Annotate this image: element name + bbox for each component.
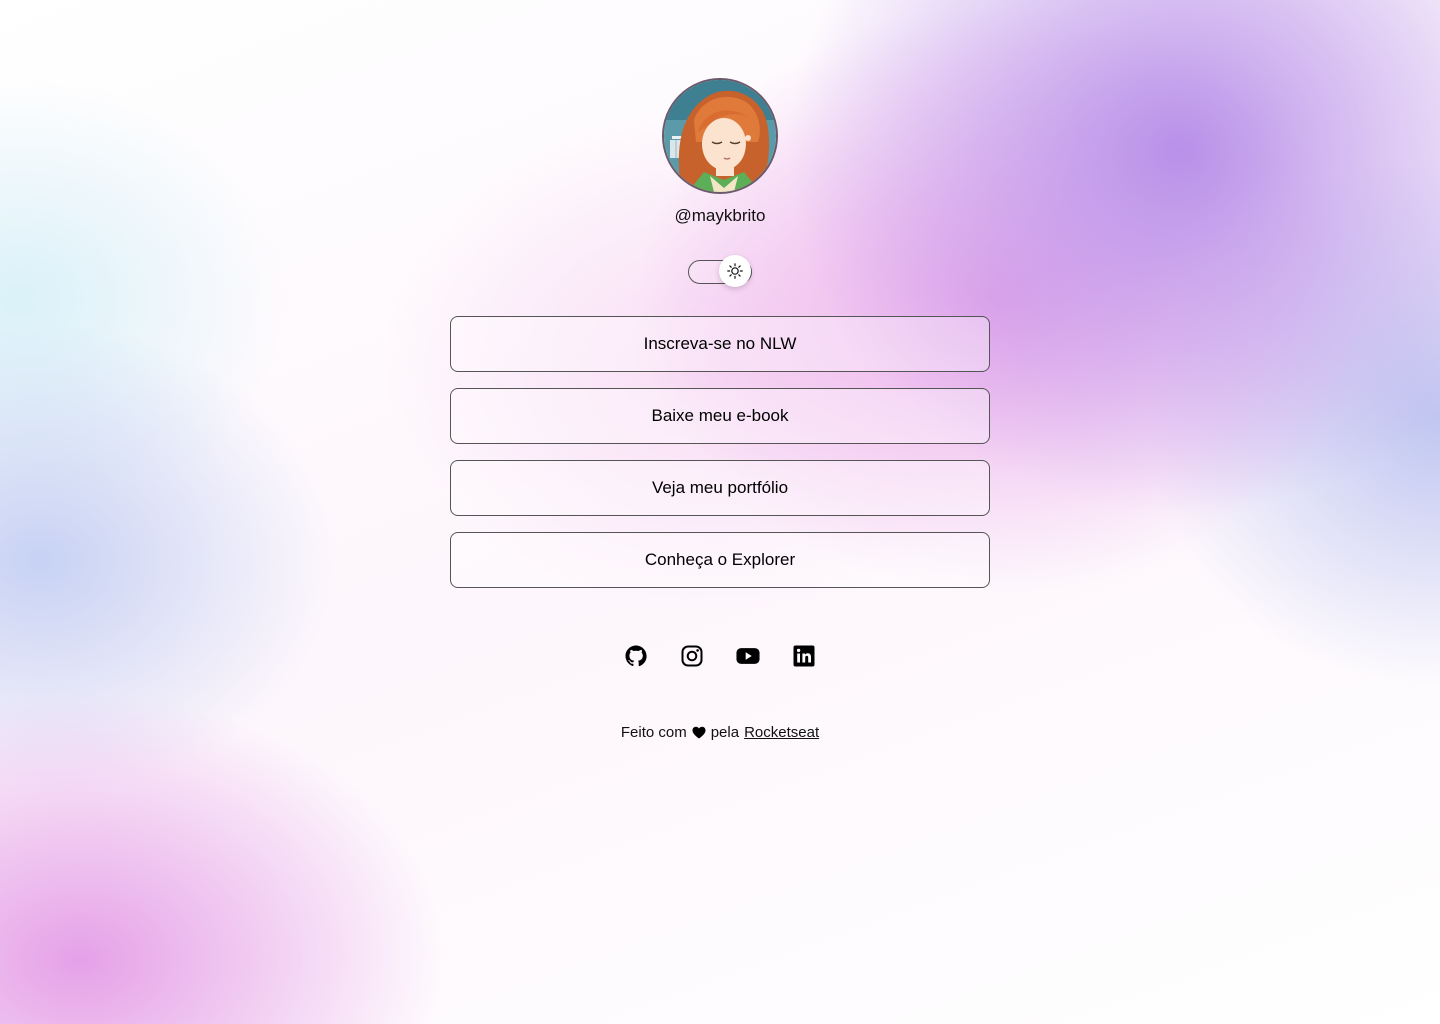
nlw-signup-button[interactable]: Inscreva-se no NLW xyxy=(450,316,990,372)
list-item: Veja meu portfólio xyxy=(450,460,990,516)
list-item: Inscreva-se no NLW xyxy=(450,316,990,372)
rocketseat-link[interactable]: Rocketseat xyxy=(744,724,819,741)
linkedin-icon xyxy=(793,645,815,667)
github-icon xyxy=(625,645,647,667)
links-list: Inscreva-se no NLW Baixe meu e-book Veja… xyxy=(450,316,990,588)
footer-middle: pela xyxy=(710,724,740,741)
explorer-button[interactable]: Conheça o Explorer xyxy=(450,532,990,588)
sun-icon xyxy=(727,263,743,279)
social-links xyxy=(624,644,816,668)
linkedin-link[interactable] xyxy=(792,644,816,668)
list-item: Conheça o Explorer xyxy=(450,532,990,588)
instagram-link[interactable] xyxy=(680,644,704,668)
portfolio-button[interactable]: Veja meu portfólio xyxy=(450,460,990,516)
heart-icon xyxy=(692,726,706,739)
instagram-icon xyxy=(681,645,703,667)
switch-knob[interactable] xyxy=(719,255,751,287)
list-item: Baixe meu e-book xyxy=(450,388,990,444)
page-container: @maykbrito Inscreva-se no NLW Baixe meu … xyxy=(450,0,990,741)
github-link[interactable] xyxy=(624,644,648,668)
footer-prefix: Feito com xyxy=(620,724,687,741)
youtube-icon xyxy=(736,648,760,664)
theme-switch[interactable] xyxy=(688,255,752,287)
footer: Feito com pela Rocketseat xyxy=(621,724,819,741)
avatar-illustration xyxy=(664,80,776,192)
profile: @maykbrito xyxy=(662,78,778,228)
avatar xyxy=(662,78,778,194)
username: @maykbrito xyxy=(674,206,766,225)
youtube-link[interactable] xyxy=(736,644,760,668)
ebook-download-button[interactable]: Baixe meu e-book xyxy=(450,388,990,444)
